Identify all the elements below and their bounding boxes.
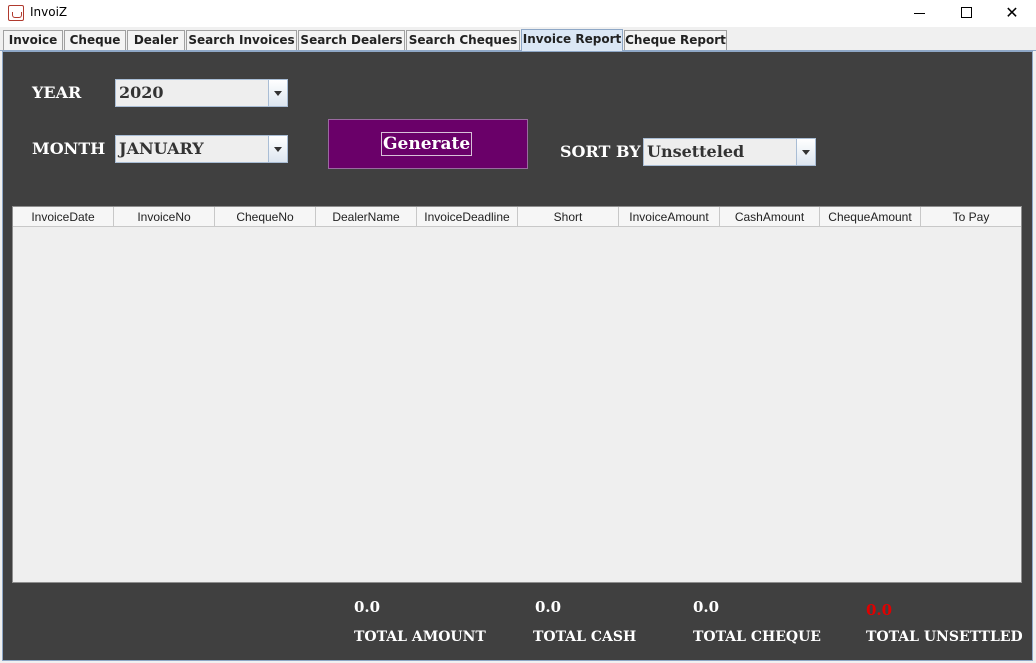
- column-header-cashamount[interactable]: CashAmount: [720, 207, 820, 227]
- generate-button[interactable]: Generate: [328, 119, 528, 169]
- column-header-to-pay[interactable]: To Pay: [921, 207, 1021, 227]
- total-cheque-value: 0.0: [693, 598, 720, 616]
- sort-by-label: SORT BY: [560, 142, 641, 161]
- maximize-button[interactable]: [943, 0, 989, 27]
- total-amount-label: TOTAL AMOUNT: [354, 629, 486, 645]
- column-header-dealername[interactable]: DealerName: [316, 207, 417, 227]
- total-amount-value: 0.0: [354, 598, 381, 616]
- minimize-icon: [914, 13, 925, 14]
- maximize-icon: [961, 7, 972, 18]
- tab-search-invoices[interactable]: Search Invoices: [186, 30, 297, 50]
- total-cheque-label: TOTAL CHEQUE: [693, 629, 821, 645]
- year-select[interactable]: 2020: [115, 79, 288, 107]
- close-icon: ✕: [1005, 3, 1019, 22]
- tab-strip: Invoice Cheque Dealer Search Invoices Se…: [0, 27, 1036, 51]
- tab-cheque[interactable]: Cheque: [64, 30, 126, 50]
- tab-cheque-report[interactable]: Cheque Report: [624, 30, 727, 50]
- chevron-down-icon[interactable]: [268, 136, 287, 162]
- app-window: InvoiZ ✕ Invoice Cheque Dealer Search In…: [0, 0, 1036, 663]
- year-label: YEAR: [32, 83, 82, 102]
- chevron-down-icon[interactable]: [796, 139, 815, 165]
- minimize-button[interactable]: [897, 0, 943, 27]
- tab-invoice-report[interactable]: Invoice Report: [521, 29, 623, 51]
- chevron-down-icon[interactable]: [268, 80, 287, 106]
- column-header-invoicedate[interactable]: InvoiceDate: [13, 207, 114, 227]
- generate-button-label: Generate: [381, 132, 473, 156]
- close-button[interactable]: ✕: [989, 0, 1035, 27]
- month-label: MONTH: [32, 139, 106, 158]
- year-value: 2020: [119, 83, 164, 102]
- month-select[interactable]: JANUARY: [115, 135, 288, 163]
- tab-dealer[interactable]: Dealer: [127, 30, 185, 50]
- total-cash-label: TOTAL CASH: [533, 629, 637, 645]
- month-value: JANUARY: [119, 139, 204, 158]
- column-header-invoiceno[interactable]: InvoiceNo: [114, 207, 215, 227]
- total-unsettled-value: 0.0: [866, 601, 893, 619]
- column-header-chequeamount[interactable]: ChequeAmount: [820, 207, 921, 227]
- table-header: InvoiceDate InvoiceNo ChequeNo DealerNam…: [13, 207, 1021, 227]
- total-unsettled-label: TOTAL UNSETTLED: [866, 629, 1023, 645]
- tab-invoice[interactable]: Invoice: [3, 30, 63, 50]
- total-cash-value: 0.0: [535, 598, 562, 616]
- invoice-report-panel: YEAR 2020 MONTH JANUARY Generate SORT BY…: [2, 51, 1033, 661]
- column-header-invoicedeadline[interactable]: InvoiceDeadline: [417, 207, 518, 227]
- column-header-invoiceamount[interactable]: InvoiceAmount: [619, 207, 720, 227]
- window-title: InvoiZ: [30, 5, 68, 19]
- title-bar: InvoiZ ✕: [0, 0, 1036, 27]
- invoice-table[interactable]: InvoiceDate InvoiceNo ChequeNo DealerNam…: [12, 206, 1022, 583]
- tab-search-dealers[interactable]: Search Dealers: [298, 30, 405, 50]
- column-header-short[interactable]: Short: [518, 207, 619, 227]
- app-icon: [8, 5, 24, 21]
- column-header-chequeno[interactable]: ChequeNo: [215, 207, 316, 227]
- sort-by-select[interactable]: Unsetteled: [643, 138, 816, 166]
- tab-search-cheques[interactable]: Search Cheques: [406, 30, 520, 50]
- sort-by-value: Unsetteled: [647, 142, 745, 161]
